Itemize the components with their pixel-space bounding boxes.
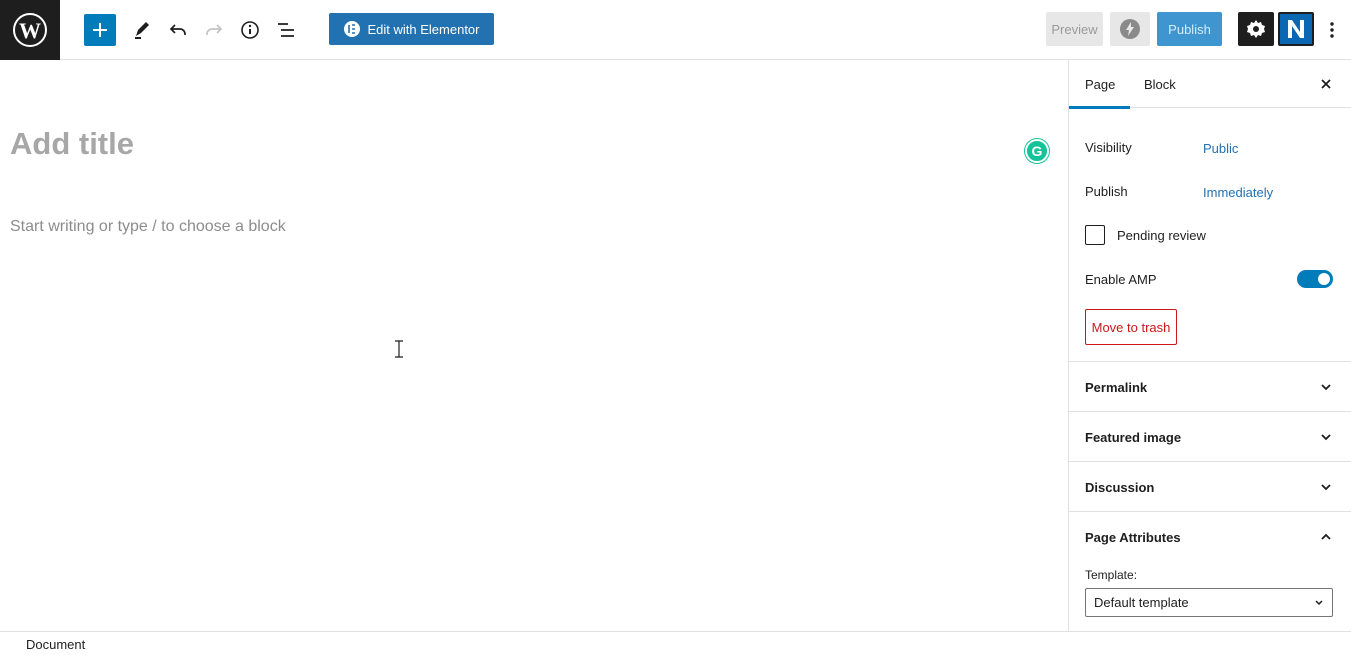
tools-button[interactable] [126, 14, 158, 46]
n-plugin-icon [1288, 20, 1304, 38]
info-icon [241, 21, 259, 39]
wordpress-logo-icon: W [13, 13, 47, 47]
list-view-button[interactable] [270, 14, 302, 46]
plus-icon [93, 23, 107, 37]
close-icon[interactable] [1318, 76, 1334, 92]
editor-toolbar: W Edit with Elementor Preview Publish [0, 0, 1351, 60]
text-cursor-icon [395, 340, 403, 358]
edit-pencil-icon [135, 22, 149, 39]
page-attributes-panel-toggle[interactable]: Page Attributes [1069, 511, 1351, 561]
permalink-panel-toggle[interactable]: Permalink [1069, 361, 1351, 411]
enable-amp-label: Enable AMP [1085, 272, 1157, 287]
list-view-icon [278, 23, 294, 37]
move-to-trash-button[interactable]: Move to trash [1085, 309, 1177, 345]
redo-button[interactable] [198, 14, 230, 46]
add-block-button[interactable] [84, 14, 116, 46]
grammarly-icon[interactable]: G [1025, 139, 1049, 163]
title-input[interactable]: Add title [10, 126, 134, 162]
elementor-button-label: Edit with Elementor [367, 21, 480, 37]
toggle-knob [1318, 273, 1330, 285]
publish-label: Publish [1085, 184, 1128, 199]
visibility-label: Visibility [1085, 140, 1132, 155]
redo-icon [206, 24, 223, 35]
svg-text:W: W [19, 18, 41, 43]
gear-icon [1247, 20, 1265, 38]
chevron-down-icon [1321, 384, 1331, 391]
template-select[interactable]: Default template [1085, 588, 1333, 617]
breadcrumb-document[interactable]: Document [26, 637, 85, 652]
publish-date-link[interactable]: Immediately [1203, 185, 1273, 200]
chevron-down-icon [1321, 434, 1331, 441]
editor-canvas[interactable]: Add title G Start writing or type / to c… [0, 60, 1068, 631]
details-button[interactable] [234, 14, 266, 46]
elementor-icon [343, 21, 360, 37]
plugin-n-button[interactable] [1278, 12, 1314, 46]
template-label: Template: [1085, 568, 1138, 582]
tab-page[interactable]: Page [1069, 60, 1131, 109]
pending-review-checkbox[interactable] [1085, 225, 1105, 245]
bolt-icon [1120, 19, 1140, 39]
visibility-toggle-link[interactable]: Public [1203, 141, 1238, 156]
featured-image-panel-toggle[interactable]: Featured image [1069, 411, 1351, 461]
permalink-panel-title: Permalink [1085, 380, 1148, 395]
enable-amp-toggle[interactable] [1297, 270, 1333, 288]
more-options-button[interactable] [1320, 14, 1344, 46]
edit-with-elementor-button[interactable]: Edit with Elementor [329, 13, 494, 45]
undo-icon [169, 24, 186, 35]
pending-review-label: Pending review [1117, 228, 1206, 243]
settings-button[interactable] [1238, 12, 1274, 46]
discussion-panel-title: Discussion [1085, 480, 1155, 495]
featured-image-panel-title: Featured image [1085, 430, 1182, 445]
wordpress-logo-button[interactable]: W [0, 0, 60, 60]
settings-sidebar: Page Block Visibility Public Publish Imm… [1068, 60, 1351, 631]
chevron-up-icon [1321, 533, 1331, 540]
block-breadcrumb-bar: Document [0, 631, 1351, 655]
block-appender[interactable]: Start writing or type / to choose a bloc… [10, 218, 286, 236]
sidebar-tabs: Page Block [1069, 60, 1351, 109]
more-vertical-icon [1330, 22, 1334, 38]
preview-button[interactable]: Preview [1046, 12, 1103, 46]
chevron-down-icon [1315, 600, 1323, 606]
page-attributes-panel-title: Page Attributes [1085, 530, 1181, 545]
discussion-panel-toggle[interactable]: Discussion [1069, 461, 1351, 511]
chevron-down-icon [1321, 484, 1331, 491]
tab-block[interactable]: Block [1144, 60, 1176, 108]
template-select-value: Default template [1094, 595, 1189, 610]
publish-button[interactable]: Publish [1157, 12, 1222, 46]
amp-bolt-button[interactable] [1110, 12, 1150, 46]
undo-button[interactable] [162, 14, 194, 46]
